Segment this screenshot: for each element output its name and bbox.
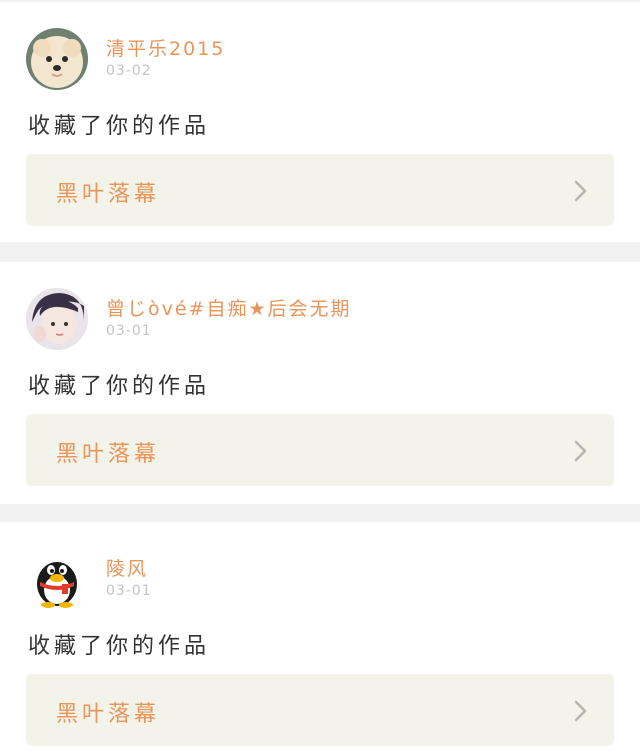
chevron-right-icon: [574, 700, 588, 722]
work-title: 黑叶落幕: [56, 702, 161, 727]
user-avatar[interactable]: [26, 28, 88, 90]
timestamp: 03-01: [106, 583, 152, 599]
work-link-card[interactable]: 黑叶落幕: [26, 414, 614, 486]
user-avatar[interactable]: [26, 288, 88, 350]
pomeranian-dog-icon: [26, 28, 88, 90]
chevron-right-icon: [574, 180, 588, 202]
notification-item: 曾じòvé#自痴★后会无期 03-01 收藏了你的作品 黑叶落幕: [0, 262, 640, 504]
notification-item: 陵风 03-01 收藏了你的作品 黑叶落幕: [0, 522, 640, 756]
action-text: 收藏了你的作品: [28, 374, 211, 399]
username[interactable]: 陵风: [106, 554, 148, 581]
timestamp: 03-02: [106, 63, 152, 79]
qq-penguin-icon: [26, 548, 88, 610]
chevron-right-icon: [574, 440, 588, 462]
username[interactable]: 曾じòvé#自痴★后会无期: [106, 294, 352, 321]
work-link-card[interactable]: 黑叶落幕: [26, 674, 614, 746]
work-link-card[interactable]: 黑叶落幕: [26, 154, 614, 226]
notification-item: 清平乐2015 03-02 收藏了你的作品 黑叶落幕: [0, 2, 640, 242]
username[interactable]: 清平乐2015: [106, 34, 225, 61]
notification-feed: 清平乐2015 03-02 收藏了你的作品 黑叶落幕 曾じòvé#自痴★后会无期: [0, 0, 640, 756]
action-text: 收藏了你的作品: [28, 634, 211, 659]
girl-portrait-icon: [26, 288, 88, 350]
action-text: 收藏了你的作品: [28, 114, 211, 139]
user-avatar[interactable]: [26, 548, 88, 610]
timestamp: 03-01: [106, 323, 152, 339]
work-title: 黑叶落幕: [56, 182, 161, 207]
work-title: 黑叶落幕: [56, 442, 161, 467]
